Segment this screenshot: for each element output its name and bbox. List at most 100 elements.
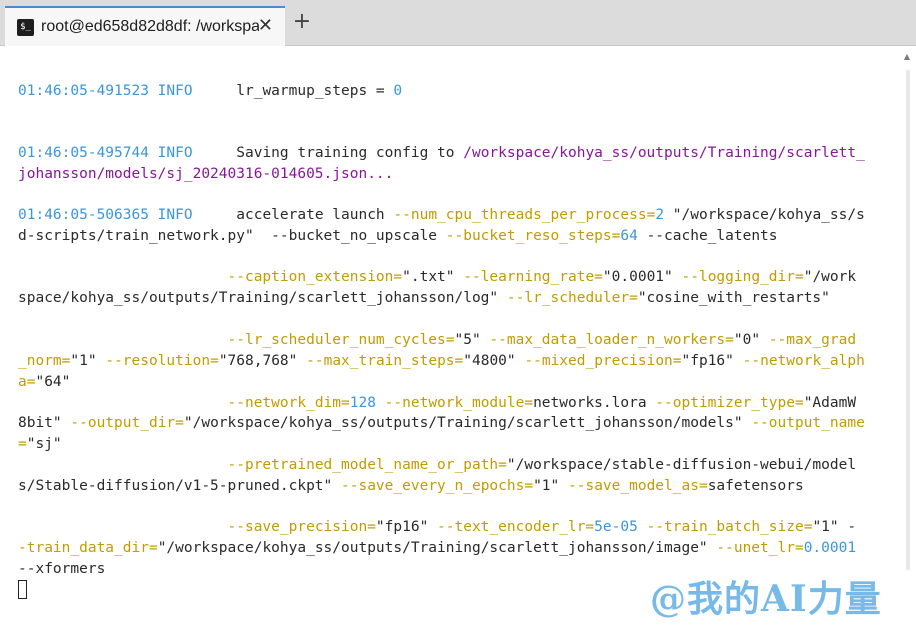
terminal-text-segment: "/workspace/stable-diffusion-webui/model: [506, 457, 857, 473]
terminal-text-segment: 01:46:05-491523: [18, 83, 149, 99]
terminal-line: s/Stable-diffusion/v1-5-pruned.ckpt" --s…: [18, 476, 804, 497]
terminal-text-segment: 01:46:05-495744: [18, 145, 149, 161]
terminal-text-segment: 2: [655, 207, 665, 223]
terminal-text-segment: --xformers: [18, 561, 106, 577]
terminal-text-segment: --unet_lr=: [716, 540, 804, 556]
terminal-line: space/kohya_ss/outputs/Training/scarlett…: [18, 288, 830, 309]
terminal-text-segment: --save_model_as=: [568, 478, 708, 494]
tab-bar: $_ root@ed658d82d8df: /workspace ✕ +: [0, 0, 916, 46]
terminal-text-segment: --network_dim=: [227, 395, 350, 411]
terminal-text-segment: /workspace/kohya_ss/outputs/Training/sca…: [463, 145, 865, 161]
terminal-text-segment: --text_encoder_lr=: [437, 519, 595, 535]
terminal-text-segment: "cosine_with_restarts": [637, 290, 830, 306]
close-icon[interactable]: ✕: [258, 15, 273, 37]
terminal-text-segment: networks.lora: [533, 395, 656, 411]
terminal-text-segment: --mixed_precision=: [524, 353, 682, 369]
terminal-text-segment: INFO: [148, 145, 193, 161]
terminal-text-segment: -train_data_dir=: [18, 540, 158, 556]
terminal-line: d-scripts/train_network.py" --bucket_no_…: [18, 226, 778, 247]
terminal-line: --caption_extension=".txt" --learning_ra…: [18, 267, 857, 288]
terminal-text-segment: "0": [733, 332, 769, 348]
terminal-text-segment: --network_module=: [384, 395, 534, 411]
terminal-text-segment: "0.0001": [602, 269, 682, 285]
terminal-text-segment: 0: [393, 83, 403, 99]
terminal-text-segment: "/workspace/kohya_ss/outputs/Training/sc…: [183, 415, 752, 431]
terminal-text-segment: "64": [35, 374, 71, 390]
tab-title: root@ed658d82d8df: /workspace: [41, 18, 259, 35]
terminal-text-segment: ".txt": [402, 269, 464, 285]
terminal-text-segment: a=: [18, 374, 36, 390]
terminal-text-segment: --train_batch_size=: [646, 519, 813, 535]
terminal-text-segment: "1" -: [812, 519, 857, 535]
terminal-text-segment: --learning_rate=: [463, 269, 603, 285]
terminal-text-segment: --output_dir=: [70, 415, 184, 431]
terminal-text-segment: "/work: [803, 269, 857, 285]
terminal-text-segment: Saving training config to: [192, 145, 464, 161]
terminal-text-segment: "1": [533, 478, 568, 494]
terminal-text-segment: johansson/models/sj_20240316-014605.json…: [18, 166, 394, 182]
terminal-line: _norm="1" --resolution="768,768" --max_t…: [18, 351, 865, 372]
terminal-text-segment: --save_precision=: [227, 519, 376, 535]
terminal-text-segment: "1": [70, 353, 106, 369]
terminal-text-segment: "/workspace/kohya_ss/s: [664, 207, 865, 223]
terminal-text-segment: "sj": [26, 436, 62, 452]
terminal-text-segment: --cache_latents: [637, 228, 778, 244]
terminal-line: --xformers: [18, 559, 105, 580]
terminal-text-segment: 5e-05: [594, 519, 638, 535]
terminal-text-segment: 0.0001: [803, 540, 857, 556]
terminal-text-segment: "/workspace/kohya_ss/outputs/Training/sc…: [157, 540, 717, 556]
terminal-text-segment: --network_alph: [742, 353, 865, 369]
terminal-line: --lr_scheduler_num_cycles="5" --max_data…: [18, 330, 857, 351]
terminal-text-segment: safetensors: [707, 478, 804, 494]
terminal-text-segment: --max_grad: [768, 332, 857, 348]
terminal-text-segment: --max_data_loader_n_workers=: [489, 332, 734, 348]
terminal-text-segment: --optimizer_type=: [655, 395, 804, 411]
terminal-text-segment: d-scripts/train_network.py" --bucket_no_…: [18, 228, 446, 244]
terminal-line: --network_dim=128 --network_module=netwo…: [18, 393, 857, 414]
watermark: @我的AI力量: [650, 578, 882, 620]
terminal-text-segment: --resolution=: [105, 353, 219, 369]
terminal-line: 01:46:05-491523 INFO lr_warmup_steps = 0: [18, 81, 402, 102]
terminal-text-segment: --save_every_n_epochs=: [341, 478, 534, 494]
terminal-text-segment: --bucket_reso_steps=: [445, 228, 621, 244]
terminal-text-segment: "fp16": [375, 519, 438, 535]
terminal-icon: $_: [17, 18, 34, 36]
terminal-text-segment: --pretrained_model_name_or_path=: [227, 457, 507, 473]
terminal-text-segment: --lr_scheduler=: [506, 290, 638, 306]
terminal-text-segment: "4800": [463, 353, 525, 369]
terminal-line: johansson/models/sj_20240316-014605.json…: [18, 164, 393, 185]
terminal-text-segment: space/kohya_ss/outputs/Training/scarlett…: [18, 290, 507, 306]
terminal-text-segment: _norm=: [18, 353, 71, 369]
terminal-text-segment: "fp16": [681, 353, 743, 369]
terminal-line: --save_precision="fp16" --text_encoder_l…: [18, 517, 857, 538]
terminal-text-segment: 01:46:05-506365: [18, 207, 149, 223]
terminal-text-segment: --max_train_steps=: [306, 353, 464, 369]
scrollbar[interactable]: [906, 70, 910, 570]
terminal-text-segment: --caption_extension=: [227, 269, 403, 285]
terminal-text-segment: INFO: [148, 207, 193, 223]
terminal-output[interactable]: 01:46:05-491523 INFO lr_warmup_steps = 0…: [18, 60, 888, 620]
text-cursor: [18, 580, 27, 599]
terminal-text-segment: "5": [454, 332, 490, 348]
scroll-up-arrow-icon[interactable]: ▲: [902, 52, 912, 62]
plus-icon[interactable]: +: [287, 8, 317, 38]
terminal-text-segment: --lr_scheduler_num_cycles=: [227, 332, 455, 348]
terminal-line: 01:46:05-495744 INFO Saving training con…: [18, 143, 865, 164]
terminal-line: -train_data_dir="/workspace/kohya_ss/out…: [18, 538, 856, 559]
terminal-text-segment: "768,768": [218, 353, 307, 369]
terminal-text-segment: accelerate launch: [192, 207, 394, 223]
terminal-tab[interactable]: $_ root@ed658d82d8df: /workspace ✕: [5, 6, 285, 46]
terminal-text-segment: "AdamW: [803, 395, 857, 411]
terminal-text-segment: --logging_dir=: [681, 269, 804, 285]
terminal-text-segment: --num_cpu_threads_per_process=: [393, 207, 656, 223]
terminal-line: a="64": [18, 372, 70, 393]
terminal-text-segment: 64: [620, 228, 638, 244]
terminal-text-segment: s/Stable-diffusion/v1-5-pruned.ckpt": [18, 478, 342, 494]
